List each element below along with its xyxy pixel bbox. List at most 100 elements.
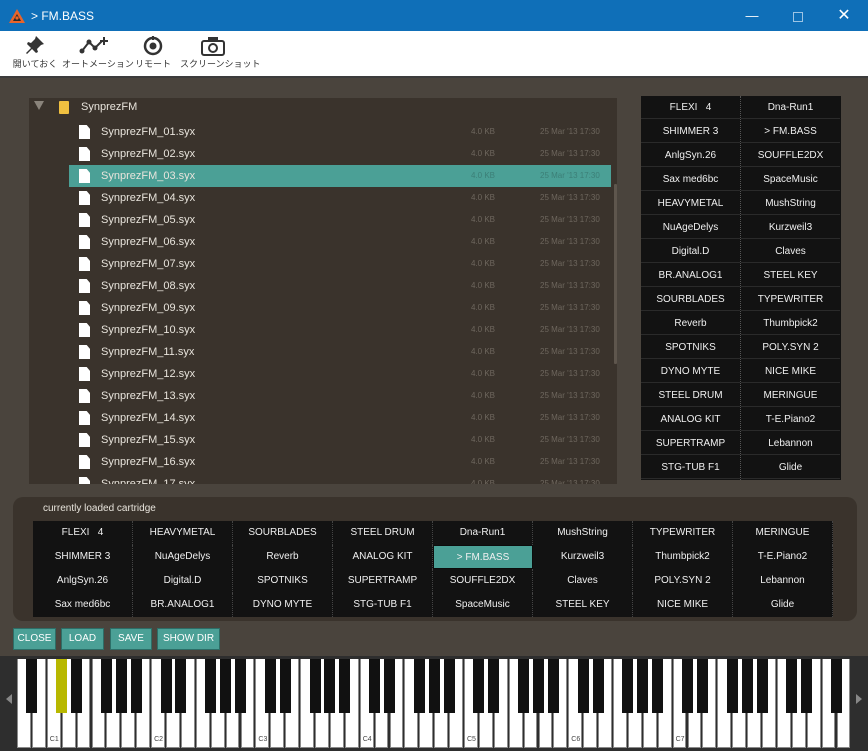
black-key[interactable] bbox=[428, 659, 440, 713]
voice-list-item[interactable]: STG-TUB F1 bbox=[641, 456, 740, 479]
file-row[interactable]: SynprezFM_05.syx 4.0 KB 25 Mar '13 17:30 bbox=[69, 209, 611, 231]
voice-list-item[interactable]: DYNO MYTE bbox=[641, 360, 740, 383]
load-button[interactable]: LOAD bbox=[61, 628, 104, 650]
voice-list-item[interactable]: NuAgeDelys bbox=[641, 216, 740, 239]
voice-list-item[interactable]: HEAVYMETAL bbox=[641, 192, 740, 215]
cartridge-voice[interactable]: STEEL KEY bbox=[533, 593, 633, 617]
voice-list-item[interactable]: SOUFFLE2DX bbox=[741, 144, 840, 167]
file-row[interactable]: SynprezFM_03.syx 4.0 KB 25 Mar '13 17:30 bbox=[69, 165, 611, 187]
black-key[interactable] bbox=[622, 659, 634, 713]
black-key[interactable] bbox=[741, 659, 753, 713]
black-key[interactable] bbox=[205, 659, 217, 713]
cartridge-voice[interactable]: Dna-Run1 bbox=[433, 521, 533, 545]
voice-list-item[interactable]: BR.ANALOG1 bbox=[641, 264, 740, 287]
voice-list-item[interactable]: Thumbpick2 bbox=[741, 312, 840, 335]
black-key[interactable] bbox=[413, 659, 425, 713]
cartridge-voice[interactable]: T-E.Piano2 bbox=[733, 545, 833, 569]
cartridge-voice[interactable]: Glide bbox=[733, 593, 833, 617]
black-key[interactable] bbox=[100, 659, 112, 713]
black-key[interactable] bbox=[518, 659, 530, 713]
black-key[interactable] bbox=[384, 659, 395, 713]
file-row[interactable]: SynprezFM_10.syx 4.0 KB 25 Mar '13 17:30 bbox=[69, 319, 611, 341]
voice-list-item[interactable]: MERINGUE bbox=[741, 384, 840, 407]
piano-keyboard[interactable]: C1 C2 C3 C4 C5 C6 C7 bbox=[0, 656, 868, 751]
cartridge-voice[interactable]: STEEL DRUM bbox=[333, 521, 433, 545]
cartridge-voice[interactable]: SOURBLADES bbox=[233, 521, 333, 545]
cartridge-voice[interactable]: SHIMMER 3 bbox=[33, 545, 133, 569]
cartridge-voice[interactable]: ANALOG KIT bbox=[333, 545, 433, 569]
voice-list-item[interactable]: TYPEWRITER bbox=[741, 288, 840, 311]
screenshot-button[interactable]: スクリーンショット bbox=[180, 31, 261, 76]
black-key[interactable] bbox=[264, 659, 276, 713]
voice-list-item[interactable]: POLY.SYN 2 bbox=[741, 336, 840, 359]
file-row[interactable]: SynprezFM_06.syx 4.0 KB 25 Mar '13 17:30 bbox=[69, 231, 611, 253]
voice-list-item[interactable]: SPOTNIKS bbox=[641, 336, 740, 359]
file-row[interactable]: SynprezFM_08.syx 4.0 KB 25 Mar '13 17:30 bbox=[69, 275, 611, 297]
cartridge-voice[interactable]: SpaceMusic bbox=[433, 593, 533, 617]
black-key[interactable] bbox=[577, 659, 589, 713]
black-key[interactable] bbox=[220, 659, 232, 713]
scroll-right-icon[interactable] bbox=[856, 694, 862, 704]
voice-list-item[interactable]: SUPERTRAMP bbox=[641, 432, 740, 455]
file-row[interactable]: SynprezFM_15.syx 4.0 KB 25 Mar '13 17:30 bbox=[69, 429, 611, 451]
file-row[interactable]: SynprezFM_01.syx 4.0 KB 25 Mar '13 17:30 bbox=[69, 121, 611, 143]
file-row[interactable]: SynprezFM_09.syx 4.0 KB 25 Mar '13 17:30 bbox=[69, 297, 611, 319]
voice-list-item[interactable]: STEEL DRUM bbox=[641, 384, 740, 407]
black-key[interactable] bbox=[652, 659, 664, 713]
black-key[interactable] bbox=[235, 659, 246, 713]
cartridge-voice[interactable]: Kurzweil3 bbox=[533, 545, 633, 569]
scroll-left-icon[interactable] bbox=[6, 694, 12, 704]
black-key[interactable] bbox=[786, 659, 798, 713]
voice-list-item[interactable]: ANALOG KIT bbox=[641, 408, 740, 431]
voice-list-item[interactable]: AnlgSyn.26 bbox=[641, 144, 740, 167]
black-key[interactable] bbox=[71, 659, 83, 713]
black-key[interactable] bbox=[756, 659, 768, 713]
voice-list-item[interactable]: > FM.BASS bbox=[741, 120, 840, 143]
cartridge-voice[interactable]: Sax med6bc bbox=[33, 593, 133, 617]
cartridge-voice[interactable]: Lebannon bbox=[733, 569, 833, 593]
voice-list-item[interactable]: Kurzweil3 bbox=[741, 216, 840, 239]
cartridge-voice[interactable]: Claves bbox=[533, 569, 633, 593]
file-row[interactable]: SynprezFM_04.syx 4.0 KB 25 Mar '13 17:30 bbox=[69, 187, 611, 209]
automation-button[interactable]: オートメーション bbox=[62, 31, 134, 76]
voice-list-item[interactable]: Lebannon bbox=[741, 432, 840, 455]
voice-list-item[interactable]: SOURBLADES bbox=[641, 288, 740, 311]
maximize-button[interactable] bbox=[775, 0, 821, 31]
voice-list-item[interactable]: Claves bbox=[741, 240, 840, 263]
cartridge-voice[interactable]: HEAVYMETAL bbox=[133, 521, 233, 545]
black-key[interactable] bbox=[115, 659, 127, 713]
cartridge-voice[interactable]: DYNO MYTE bbox=[233, 593, 333, 617]
voice-list-item[interactable]: SpaceMusic bbox=[741, 168, 840, 191]
black-key[interactable] bbox=[324, 659, 336, 713]
black-key[interactable] bbox=[696, 659, 708, 713]
voice-list-item[interactable]: Reverb bbox=[641, 312, 740, 335]
black-key[interactable] bbox=[130, 659, 142, 713]
black-key[interactable] bbox=[592, 659, 604, 713]
cartridge-voice[interactable]: FLEXI 4 bbox=[33, 521, 133, 545]
cartridge-voice[interactable]: AnlgSyn.26 bbox=[33, 569, 133, 593]
file-browser[interactable]: SynprezFM SynprezFM_01.syx 4.0 KB 25 Mar '… bbox=[29, 98, 617, 484]
black-key[interactable] bbox=[26, 659, 38, 713]
file-row[interactable]: SynprezFM_14.syx 4.0 KB 25 Mar '13 17:30 bbox=[69, 407, 611, 429]
voice-list-item[interactable]: Digital.D bbox=[641, 240, 740, 263]
voice-list-item[interactable]: Glide bbox=[741, 456, 840, 479]
black-key[interactable] bbox=[726, 659, 738, 713]
cartridge-voice[interactable]: Digital.D bbox=[133, 569, 233, 593]
cartridge-voice[interactable]: Thumbpick2 bbox=[633, 545, 733, 569]
black-key[interactable] bbox=[547, 659, 559, 713]
voice-list-item[interactable]: T-E.Piano2 bbox=[741, 408, 840, 431]
black-key[interactable] bbox=[160, 659, 172, 713]
file-row[interactable]: SynprezFM_11.syx 4.0 KB 25 Mar '13 17:30 bbox=[69, 341, 611, 363]
voice-list-item[interactable]: Sax med6bc bbox=[641, 168, 740, 191]
cartridge-voice[interactable]: SOUFFLE2DX bbox=[433, 569, 533, 593]
black-key[interactable] bbox=[831, 659, 842, 713]
cartridge-voice[interactable]: MushString bbox=[533, 521, 633, 545]
folder-row[interactable]: SynprezFM bbox=[29, 98, 617, 118]
black-key[interactable] bbox=[369, 659, 381, 713]
cartridge-voice[interactable]: NuAgeDelys bbox=[133, 545, 233, 569]
cartridge-voice[interactable]: Reverb bbox=[233, 545, 333, 569]
black-key[interactable] bbox=[339, 659, 351, 713]
black-key[interactable] bbox=[488, 659, 500, 713]
cartridge-voice[interactable]: POLY.SYN 2 bbox=[633, 569, 733, 593]
black-key[interactable] bbox=[533, 659, 544, 713]
